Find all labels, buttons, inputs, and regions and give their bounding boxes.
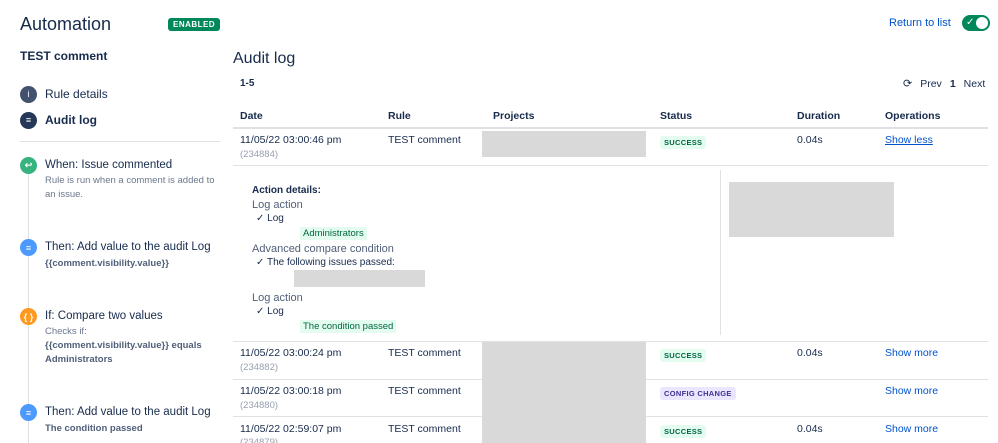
show-less-link[interactable]: Show less <box>885 134 933 146</box>
rule-step-condition[interactable]: { } If: Compare two values Checks if: {{… <box>20 308 225 367</box>
show-more-link[interactable]: Show more <box>885 385 938 397</box>
return-to-list-link[interactable]: Return to list <box>889 17 951 29</box>
action-details-title: Action details: <box>252 185 321 196</box>
redacted-projects <box>482 131 646 157</box>
next-page-button[interactable]: Next <box>964 78 986 90</box>
row-rule: TEST comment <box>388 423 461 435</box>
sidebar-item-audit-log[interactable]: ≡ Audit log <box>20 111 97 129</box>
page-title: Audit log <box>233 50 296 67</box>
detail-action-name: Log action <box>252 199 303 211</box>
sidebar-item-label: Rule details <box>45 87 108 101</box>
prev-page-button[interactable]: Prev <box>920 78 942 90</box>
detail-check: ✓ Log <box>256 213 284 224</box>
app-title: Automation <box>20 14 112 34</box>
row-rule: TEST comment <box>388 385 461 397</box>
row-rule: TEST comment <box>388 134 461 146</box>
status-badge: SUCCESS <box>660 349 707 362</box>
step-description: Rule is run when a comment is added to a… <box>45 175 215 200</box>
step-title: Then: Add value to the audit Log <box>45 406 211 418</box>
row-id: (234882) <box>240 362 279 373</box>
row-divider <box>233 165 988 166</box>
list-icon: ≡ <box>20 111 37 129</box>
row-date: 11/05/22 02:59:07 pm <box>240 423 342 435</box>
column-header-rule: Rule <box>388 110 411 122</box>
row-rule: TEST comment <box>388 347 461 359</box>
pagination: ⟳ Prev 1 Next <box>903 77 986 91</box>
row-id: (234879) <box>240 437 279 443</box>
status-badge: ENABLED <box>168 18 221 31</box>
info-icon: i <box>20 85 37 103</box>
rule-enabled-toggle[interactable]: ✓ <box>962 15 990 31</box>
audit-log-icon: ≡ <box>20 239 37 256</box>
rule-step-action-1[interactable]: ≡ Then: Add value to the audit Log {{com… <box>20 239 225 271</box>
redacted-projects <box>482 342 646 443</box>
row-date: 11/05/22 03:00:24 pm <box>240 347 342 359</box>
sidebar-item-rule-details[interactable]: i Rule details <box>20 85 108 103</box>
row-id: (234884) <box>240 149 279 160</box>
step-title: Then: Add value to the audit Log <box>45 241 211 253</box>
show-more-link[interactable]: Show more <box>885 347 938 359</box>
step-value: {{comment.visibility.value}} <box>45 258 169 269</box>
step-title: When: Issue commented <box>45 159 173 171</box>
row-date: 11/05/22 03:00:18 pm <box>240 385 342 397</box>
redacted-details-info <box>729 182 894 237</box>
show-more-link[interactable]: Show more <box>885 423 938 435</box>
current-page: 1 <box>949 77 956 90</box>
sidebar-divider <box>20 141 220 142</box>
row-date: 11/05/22 03:00:46 pm <box>240 134 342 146</box>
detail-check: ✓ Log <box>256 306 284 317</box>
redacted-issues <box>294 270 425 287</box>
rule-step-trigger[interactable]: ↩ When: Issue commented Rule is run when… <box>20 157 225 202</box>
audit-log-icon: ≡ <box>20 404 37 421</box>
status-badge: SUCCESS <box>660 425 707 438</box>
table-header-divider <box>233 127 988 129</box>
detail-log-value: Administrators <box>300 227 367 240</box>
step-value: The condition passed <box>45 423 143 434</box>
step-description: Checks if: <box>45 326 87 337</box>
column-header-operations: Operations <box>885 110 941 122</box>
comment-trigger-icon: ↩ <box>20 157 37 174</box>
compare-condition-icon: { } <box>20 308 37 325</box>
details-divider <box>720 170 721 335</box>
toggle-knob <box>976 17 988 29</box>
detail-action-name: Log action <box>252 292 303 304</box>
status-badge: SUCCESS <box>660 136 707 149</box>
result-range: 1-5 <box>240 78 255 89</box>
action-details-panel: Action details: Log action ✓ Log Adminis… <box>252 185 425 333</box>
detail-check: ✓ The following issues passed: <box>256 257 395 268</box>
rule-name: TEST comment <box>20 49 108 63</box>
rule-step-action-2[interactable]: ≡ Then: Add value to the audit Log The c… <box>20 404 225 436</box>
detail-action-name: Advanced compare condition <box>252 243 394 255</box>
column-header-projects: Projects <box>493 110 535 122</box>
row-duration: 0.04s <box>797 423 823 435</box>
column-header-status: Status <box>660 110 693 122</box>
column-header-date: Date <box>240 110 263 122</box>
step-value: {{comment.visibility.value}} equals Admi… <box>45 340 202 365</box>
row-duration: 0.04s <box>797 134 823 146</box>
check-icon: ✓ <box>966 17 975 28</box>
refresh-icon[interactable]: ⟳ <box>903 77 912 90</box>
detail-log-value: The condition passed <box>300 320 397 333</box>
row-duration: 0.04s <box>797 347 823 359</box>
row-id: (234880) <box>240 400 279 411</box>
step-title: If: Compare two values <box>45 310 163 322</box>
sidebar-item-label: Audit log <box>45 113 97 127</box>
status-badge: CONFIG CHANGE <box>660 387 736 400</box>
column-header-duration: Duration <box>797 110 841 122</box>
